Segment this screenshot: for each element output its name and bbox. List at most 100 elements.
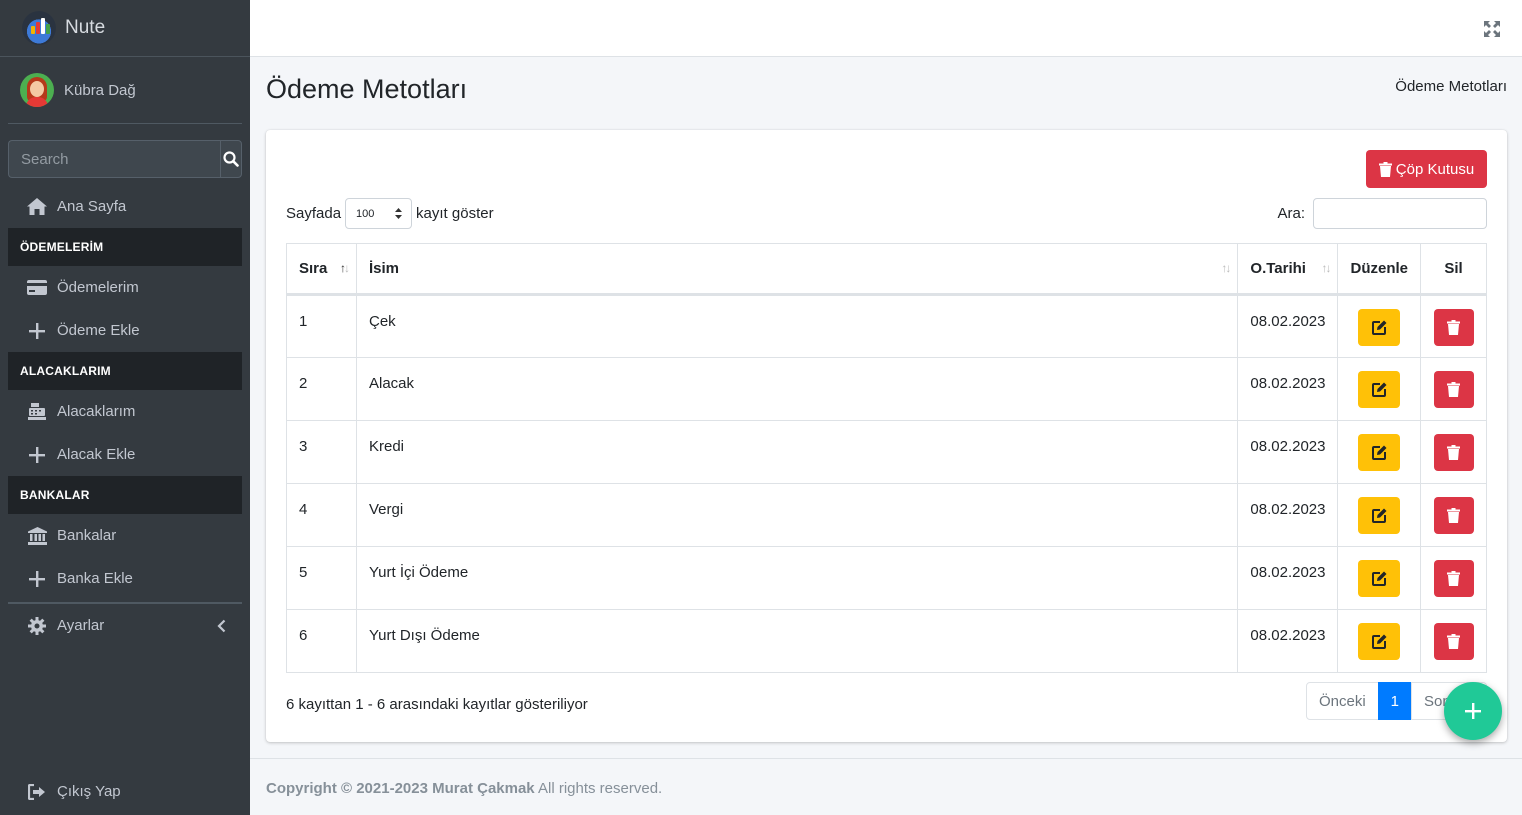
home-icon [27, 198, 47, 215]
payment-methods-table: Sıra ↑↓ İsim ↑↓ O.Tarihi ↑↓ Düzenle Sil 1 Çe… [286, 243, 1487, 673]
credit-card-icon [27, 280, 47, 295]
table-search-label: Ara: [1277, 205, 1305, 222]
delete-button[interactable] [1433, 371, 1474, 408]
cell-sira: 3 [286, 420, 357, 484]
brand-logo-icon [22, 11, 56, 45]
cell-sira: 4 [286, 483, 357, 547]
edit-icon [1371, 571, 1387, 586]
cell-edit [1337, 546, 1421, 610]
column-sira[interactable]: Sıra ↑↓ [286, 243, 357, 296]
delete-button[interactable] [1433, 497, 1474, 534]
user-name[interactable]: Kübra Dağ [64, 82, 136, 99]
sidebar-nav: Ana Sayfa ÖDEMELERİM Ödemelerim Ödeme Ek… [8, 185, 242, 647]
sidebar-item-alacak-ekle[interactable]: Alacak Ekle [8, 433, 242, 476]
delete-button[interactable] [1433, 560, 1474, 597]
breadcrumb: Ödeme Metotları [1395, 78, 1507, 95]
nav-header-bankalar: BANKALAR [8, 476, 242, 514]
column-isim[interactable]: İsim ↑↓ [355, 243, 1239, 296]
sidebar-item-label: Banka Ekle [57, 570, 133, 587]
cell-tarih: 08.02.2023 [1237, 609, 1339, 673]
cell-delete [1420, 609, 1487, 673]
delete-button[interactable] [1433, 623, 1474, 660]
plus-icon [29, 322, 45, 339]
sidebar-item-label: Ayarlar [57, 617, 105, 634]
sidebar-item-label: Ödemelerim [57, 279, 139, 296]
add-floating-button[interactable] [1444, 682, 1502, 740]
sidebar-item-alacaklarim[interactable]: Alacaklarım [8, 390, 242, 433]
trash-bin-button[interactable]: Çöp Kutusu [1366, 150, 1487, 188]
table-search-control: Ara: [1277, 198, 1487, 229]
page-title: Ödeme Metotları [266, 74, 468, 104]
cell-sira: 5 [286, 546, 357, 610]
edit-icon [1371, 445, 1387, 460]
edit-icon [1371, 320, 1387, 335]
plus-icon [29, 446, 45, 463]
sidebar-item-odeme-ekle[interactable]: Ödeme Ekle [8, 309, 242, 352]
trash-icon [1447, 508, 1460, 523]
sidebar-item-home[interactable]: Ana Sayfa [8, 185, 242, 228]
edit-icon [1371, 382, 1387, 397]
column-tarih[interactable]: O.Tarihi ↑↓ [1237, 243, 1339, 296]
table-row: 4 Vergi 08.02.2023 [286, 483, 1487, 547]
edit-button[interactable] [1358, 560, 1401, 597]
pagination-previous[interactable]: Önceki [1305, 682, 1379, 720]
pagination-page-1[interactable]: 1 [1377, 682, 1412, 720]
sidebar-item-label: Alacaklarım [57, 403, 136, 420]
fullscreen-icon[interactable] [1484, 21, 1500, 37]
cell-tarih: 08.02.2023 [1237, 357, 1339, 421]
cell-delete [1420, 420, 1487, 484]
cell-tarih: 08.02.2023 [1237, 546, 1339, 610]
plus-icon [1465, 703, 1481, 719]
logout-button[interactable]: Çıkış Yap [8, 770, 242, 813]
sidebar-search-input[interactable] [8, 140, 220, 178]
page-length-control: Sayfada 100 kayıt göster [286, 198, 494, 229]
sidebar-item-bankalar[interactable]: Bankalar [8, 514, 242, 557]
sort-icon: ↑↓ [1221, 261, 1231, 275]
trash-icon [1447, 571, 1460, 586]
edit-button[interactable] [1358, 434, 1401, 471]
sidebar-item-label: Bankalar [57, 527, 117, 544]
search-icon [223, 151, 239, 167]
delete-button[interactable] [1433, 309, 1474, 346]
edit-button[interactable] [1358, 497, 1401, 534]
trash-icon [1447, 634, 1460, 649]
payment-methods-card: Çöp Kutusu Sayfada 100 kayıt göster Ara:… [266, 130, 1507, 742]
table-search-input[interactable] [1313, 198, 1487, 229]
cell-isim: Yurt İçi Ödeme [355, 546, 1239, 610]
page-length-select[interactable]: 100 [345, 198, 413, 229]
cell-isim: Alacak [355, 357, 1239, 421]
footer-copyright: Copyright © 2021-2023 Murat Çakmak [266, 780, 535, 797]
edit-icon [1371, 508, 1387, 523]
table-row: 5 Yurt İçi Ödeme 08.02.2023 [286, 546, 1487, 610]
trash-icon [1447, 445, 1460, 460]
cell-edit [1337, 609, 1421, 673]
cell-isim: Vergi [355, 483, 1239, 547]
table-header-row: Sıra ↑↓ İsim ↑↓ O.Tarihi ↑↓ Düzenle Sil [286, 243, 1487, 296]
cell-isim: Yurt Dışı Ödeme [355, 609, 1239, 673]
table-row: 2 Alacak 08.02.2023 [286, 357, 1487, 421]
edit-button[interactable] [1358, 371, 1401, 408]
cell-delete [1420, 546, 1487, 610]
cell-isim: Kredi [355, 420, 1239, 484]
sidebar-item-ayarlar[interactable]: Ayarlar [8, 604, 242, 647]
sidebar-search-button[interactable] [220, 140, 242, 178]
brand-link[interactable]: Nute [0, 0, 250, 57]
edit-button[interactable] [1358, 309, 1401, 346]
cell-isim: Çek [355, 294, 1239, 358]
edit-button[interactable] [1358, 623, 1401, 660]
top-navbar [250, 0, 1522, 57]
trash-icon [1378, 161, 1392, 177]
cell-sira: 2 [286, 357, 357, 421]
sidebar-item-odemelerim[interactable]: Ödemelerim [8, 266, 242, 309]
sidebar-item-banka-ekle[interactable]: Banka Ekle [8, 557, 242, 600]
avatar [20, 73, 54, 107]
user-panel[interactable]: Kübra Dağ [8, 57, 242, 124]
table-row: 3 Kredi 08.02.2023 [286, 420, 1487, 484]
nav-header-odemelerim: ÖDEMELERİM [8, 228, 242, 266]
table-info: 6 kayıttan 1 - 6 arasındaki kayıtlar gös… [286, 696, 588, 713]
sidebar-item-label: Ödeme Ekle [57, 322, 140, 339]
page-length-value: 100 [356, 207, 375, 220]
table-row: 6 Yurt Dışı Ödeme 08.02.2023 [286, 609, 1487, 673]
cell-tarih: 08.02.2023 [1237, 483, 1339, 547]
delete-button[interactable] [1433, 434, 1474, 471]
